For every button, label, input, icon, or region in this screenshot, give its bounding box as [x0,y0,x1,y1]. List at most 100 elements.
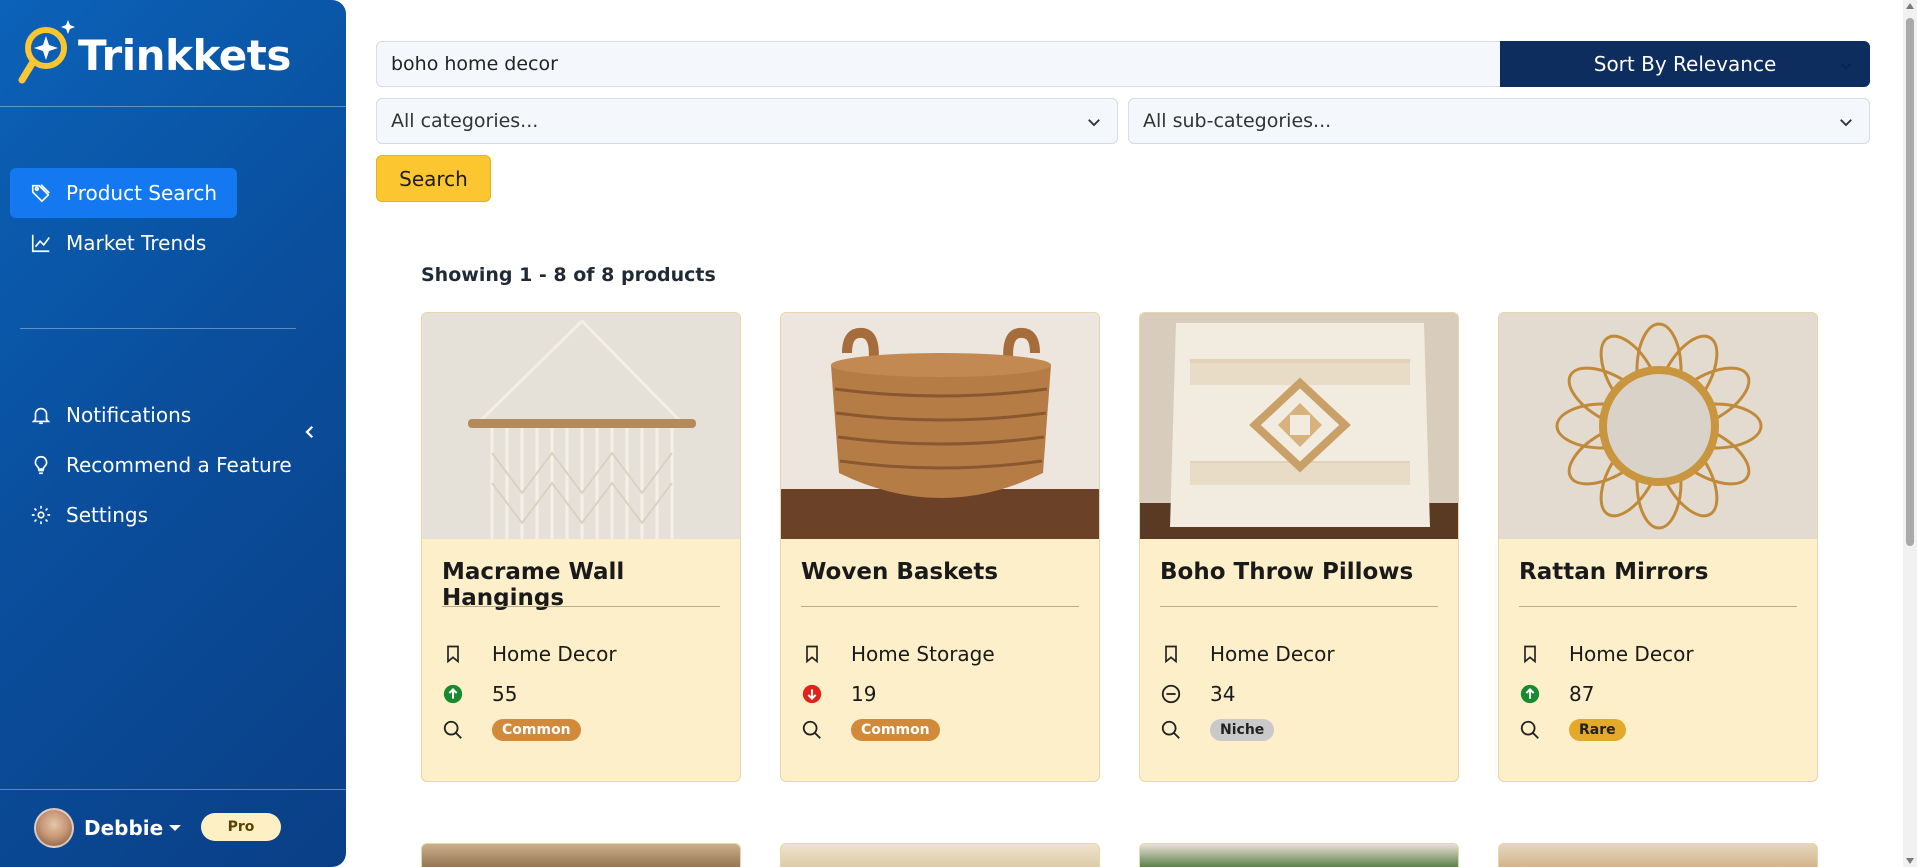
product-category-row: Home Decor [442,642,617,666]
search-bar: Sort By Relevance [376,41,1870,87]
product-trend-row: 87 [1519,682,1594,706]
chevron-down-icon [169,825,182,831]
product-card[interactable]: Woven Baskets Home Storage 19 Common [780,312,1100,782]
divider [0,789,346,790]
scrollbar-thumb[interactable] [1906,18,1914,546]
results-summary: Showing 1 - 8 of 8 products [421,264,716,286]
magnifier-logo-icon [18,18,78,92]
product-category: Home Storage [851,642,995,666]
subcategory-select-label: All sub-categories... [1143,110,1332,132]
sort-label: Sort By Relevance [1593,52,1777,76]
sidebar-item-product-search[interactable]: Product Search [10,168,238,218]
product-card[interactable] [1498,843,1818,867]
product-trend-value: 55 [492,682,518,706]
category-select[interactable]: All categories... [376,98,1118,144]
product-trend-row: 34 [1160,682,1235,706]
collapse-sidebar-button[interactable] [296,420,324,448]
gear-icon [30,504,52,526]
product-image-mirror [1499,313,1817,539]
sidebar-item-label: Recommend a Feature [66,453,292,477]
search-input[interactable] [376,41,1500,87]
sidebar-item-label: Notifications [66,403,192,427]
rarity-badge: Niche [1210,719,1275,741]
product-rarity-row: Niche [1160,719,1275,741]
product-card[interactable]: Rattan Mirrors Home Decor 87 Rare [1498,312,1818,782]
scroll-up-icon[interactable] [1906,3,1914,9]
search-icon [1519,719,1541,741]
sort-select[interactable]: Sort By Relevance [1500,41,1870,87]
search-icon [1160,719,1182,741]
user-menu[interactable]: Debbie [34,808,182,848]
lightbulb-icon [30,454,52,476]
tag-icon [30,182,52,204]
chevron-left-icon [301,423,319,445]
sidebar-item-label: Product Search [66,181,218,205]
bookmark-icon [1519,643,1541,665]
divider [442,606,720,607]
product-image-pillow [1140,313,1458,539]
trend-flat-icon [1160,683,1182,705]
product-trend-value: 19 [851,682,877,706]
chevron-down-icon [1837,113,1855,136]
bookmark-icon [1160,643,1182,665]
category-select-label: All categories... [391,110,539,132]
user-name: Debbie [84,816,164,840]
search-icon [801,719,823,741]
search-icon [442,719,464,741]
app-root: Trinkkets Product Search Market Trends N… [0,0,1917,867]
chevron-down-icon [1085,113,1103,136]
scroll-down-icon[interactable] [1906,858,1914,864]
product-rarity-row: Common [442,719,581,741]
filters-row: All categories... All sub-categories... [376,98,1870,144]
product-title[interactable]: Macrame Wall Hangings [442,559,740,611]
product-trend-value: 87 [1569,682,1595,706]
sidebar-item-settings[interactable]: Settings [10,490,168,540]
chart-line-icon [30,232,52,254]
product-image-macrame [422,313,740,539]
product-title[interactable]: Boho Throw Pillows [1160,559,1413,585]
divider [20,328,296,329]
product-trend-row: 19 [801,682,876,706]
app-logo[interactable]: Trinkkets [18,18,291,92]
product-trend-row: 55 [442,682,517,706]
search-button[interactable]: Search [376,155,491,202]
subcategory-select[interactable]: All sub-categories... [1128,98,1870,144]
sidebar-item-recommend-feature[interactable]: Recommend a Feature [10,440,312,490]
product-trend-value: 34 [1210,682,1236,706]
sidebar-item-label: Market Trends [66,231,207,255]
product-category-row: Home Decor [1160,642,1335,666]
page-scrollbar[interactable] [1903,0,1917,867]
trend-up-icon [1519,683,1541,705]
product-category: Home Decor [492,642,617,666]
sidebar-item-notifications[interactable]: Notifications [10,390,211,440]
app-name: Trinkkets [78,30,291,80]
bookmark-icon [442,643,464,665]
product-card[interactable] [1139,843,1459,867]
product-card[interactable]: Boho Throw Pillows Home Decor 34 Niche [1139,312,1459,782]
sidebar-item-label: Settings [66,503,149,527]
product-rarity-row: Common [801,719,940,741]
product-category: Home Decor [1210,642,1335,666]
product-image-basket [781,313,1099,539]
chevron-down-icon [1838,55,1854,79]
avatar [34,808,74,848]
product-title[interactable]: Rattan Mirrors [1519,559,1708,585]
rarity-badge: Common [492,719,581,741]
product-category-row: Home Decor [1519,642,1694,666]
trend-up-icon [442,683,464,705]
divider [801,606,1079,607]
product-category-row: Home Storage [801,642,995,666]
product-card[interactable]: Macrame Wall Hangings Home Decor 55 Comm… [421,312,741,782]
rarity-badge: Common [851,719,940,741]
divider [1160,606,1438,607]
rarity-badge: Rare [1569,719,1626,741]
divider [0,106,346,107]
product-rarity-row: Rare [1519,719,1626,741]
product-card[interactable] [780,843,1100,867]
sidebar-item-market-trends[interactable]: Market Trends [10,218,226,268]
product-card[interactable] [421,843,741,867]
product-title[interactable]: Woven Baskets [801,559,998,585]
bookmark-icon [801,643,823,665]
sidebar: Trinkkets Product Search Market Trends N… [0,0,346,867]
divider [1519,606,1797,607]
